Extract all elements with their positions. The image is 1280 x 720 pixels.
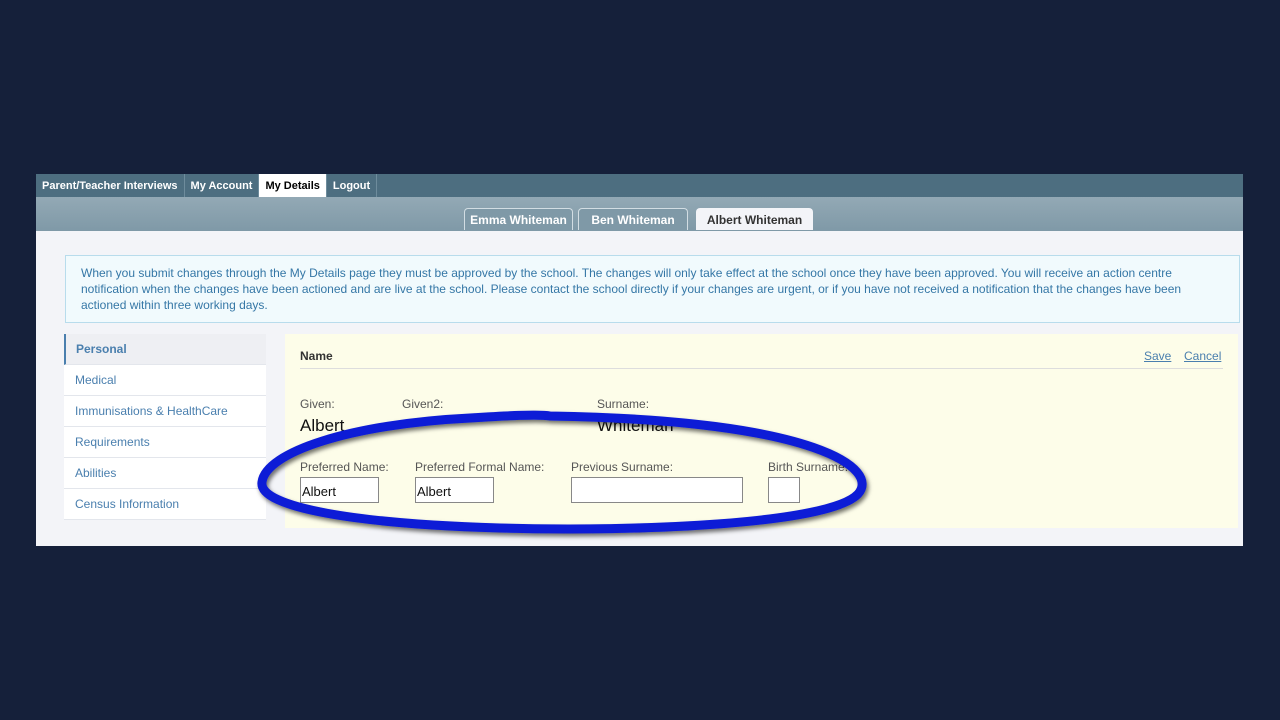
browser-content: Parent/Teacher Interviews My Account My … [36, 174, 1243, 546]
sidebar-item-personal[interactable]: Personal [64, 334, 266, 365]
tab-ben-whiteman[interactable]: Ben Whiteman [578, 208, 688, 230]
sidebar: Personal Medical Immunisations & HealthC… [64, 334, 266, 520]
panel-title: Name [300, 349, 333, 363]
top-navigation: Parent/Teacher Interviews My Account My … [36, 174, 1243, 197]
sidebar-item-census-information[interactable]: Census Information [64, 489, 266, 520]
panel-divider [300, 368, 1223, 369]
preferred-name-label: Preferred Name: [300, 460, 389, 474]
surname-label: Surname: [597, 397, 650, 411]
approval-notice: When you submit changes through the My D… [65, 255, 1240, 323]
nav-my-account[interactable]: My Account [185, 174, 260, 197]
name-panel: Name Save Cancel Given: Albert Given2: S… [285, 334, 1238, 528]
surname-value: Whiteman [597, 416, 674, 435]
sidebar-item-abilities[interactable]: Abilities [64, 458, 266, 489]
preferred-formal-name-input[interactable] [415, 477, 494, 503]
tab-emma-whiteman[interactable]: Emma Whiteman [464, 208, 573, 230]
save-link[interactable]: Save [1144, 349, 1171, 363]
sidebar-item-requirements[interactable]: Requirements [64, 427, 266, 458]
tab-albert-whiteman[interactable]: Albert Whiteman [696, 208, 813, 230]
birth-surname-input[interactable] [768, 477, 800, 503]
sidebar-item-immunisations[interactable]: Immunisations & HealthCare [64, 396, 266, 427]
given-value: Albert [300, 416, 345, 435]
student-tab-bar: Emma Whiteman Ben Whiteman Albert Whitem… [36, 197, 1243, 231]
previous-surname-label: Previous Surname: [571, 460, 674, 474]
previous-surname-input[interactable] [571, 477, 743, 503]
given2-label: Given2: [402, 397, 444, 411]
nav-parent-teacher-interviews[interactable]: Parent/Teacher Interviews [36, 174, 185, 197]
nav-my-details[interactable]: My Details [259, 174, 327, 197]
nav-logout[interactable]: Logout [327, 174, 378, 197]
birth-surname-label: Birth Surname: [768, 460, 849, 474]
sidebar-item-medical[interactable]: Medical [64, 365, 266, 396]
cancel-link[interactable]: Cancel [1184, 349, 1221, 363]
preferred-formal-name-label: Preferred Formal Name: [415, 460, 545, 474]
preferred-name-input[interactable] [300, 477, 379, 503]
given-label: Given: [300, 397, 335, 411]
